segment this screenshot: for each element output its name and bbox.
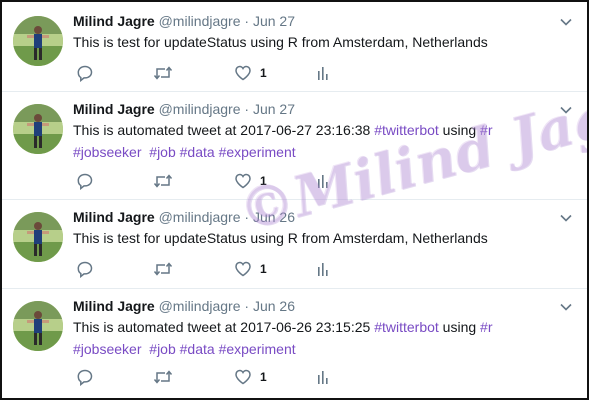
hashtag-r[interactable]: #r [480, 319, 492, 335]
author-handle[interactable]: @milindjagre [159, 13, 241, 29]
reply-button[interactable] [76, 171, 94, 191]
chevron-down-icon[interactable] [559, 103, 573, 117]
analytics-icon [316, 368, 330, 386]
hashtag-twitterbot[interactable]: #twitterbot [374, 122, 439, 138]
tweet-header: Milind Jagre @milindjagre · Jun 26 [73, 208, 295, 226]
analytics-icon [316, 172, 330, 190]
retweet-icon [153, 260, 173, 278]
heart-icon [234, 64, 252, 82]
retweet-button[interactable] [153, 171, 173, 191]
separator: · [244, 13, 250, 29]
hashtag-job[interactable]: #job [149, 144, 175, 160]
hashtag-data[interactable]: #data [180, 144, 215, 160]
author-handle[interactable]: @milindjagre [159, 209, 241, 225]
retweet-icon [153, 172, 173, 190]
author-handle[interactable]: @milindjagre [159, 298, 241, 314]
separator: · [244, 298, 250, 314]
heart-icon [234, 260, 252, 278]
author-handle[interactable]: @milindjagre [159, 101, 241, 117]
retweet-button[interactable] [153, 63, 173, 83]
heart-icon [234, 172, 252, 190]
analytics-icon [316, 260, 330, 278]
heart-icon [234, 368, 252, 386]
author-name[interactable]: Milind Jagre [73, 101, 155, 117]
reply-button[interactable] [76, 259, 94, 279]
tweet-text-using: using [438, 319, 481, 335]
retweet-icon [153, 368, 173, 386]
analytics-button[interactable] [316, 63, 330, 83]
tweet-text: This is automated tweet at 2017-06-27 23… [73, 119, 563, 163]
analytics-button[interactable] [316, 259, 330, 279]
tweet-header: Milind Jagre @milindjagre · Jun 27 [73, 100, 295, 118]
tweet-text-using: using [438, 122, 481, 138]
tweet-header: Milind Jagre @milindjagre · Jun 27 [73, 12, 295, 30]
avatar[interactable] [13, 301, 63, 351]
hashtag-experiment[interactable]: #experiment [219, 341, 296, 357]
author-name[interactable]: Milind Jagre [73, 298, 155, 314]
like-button[interactable]: 1 [234, 259, 267, 279]
tweet-text-body: This is automated tweet at 2017-06-26 23… [73, 319, 375, 335]
hashtag-data[interactable]: #data [180, 341, 215, 357]
tweet-text: This is test for updateStatus using R fr… [73, 230, 488, 246]
chevron-down-icon[interactable] [559, 211, 573, 225]
tweet-actions: 1 [73, 367, 373, 387]
tweet-date[interactable]: Jun 26 [253, 209, 295, 225]
tweet-actions: 1 [73, 63, 373, 83]
chevron-down-icon[interactable] [559, 300, 573, 314]
separator: · [244, 209, 250, 225]
retweet-button[interactable] [153, 259, 173, 279]
avatar[interactable] [13, 212, 63, 262]
hashtag-jobseeker[interactable]: #jobseeker [73, 341, 142, 357]
chevron-down-icon[interactable] [559, 15, 573, 29]
reply-icon [76, 260, 94, 278]
like-count: 1 [260, 174, 267, 188]
reply-icon [76, 64, 94, 82]
like-button[interactable]: 1 [234, 171, 267, 191]
avatar[interactable] [13, 16, 63, 66]
tweet[interactable]: Milind Jagre @milindjagre · Jun 26 This … [2, 289, 587, 396]
like-count: 1 [260, 66, 267, 80]
reply-button[interactable] [76, 63, 94, 83]
separator: · [244, 101, 250, 117]
hashtag-experiment[interactable]: #experiment [219, 144, 296, 160]
like-button[interactable]: 1 [234, 367, 267, 387]
tweet[interactable]: Milind Jagre @milindjagre · Jun 26 This … [2, 200, 587, 289]
tweet-date[interactable]: Jun 26 [253, 298, 295, 314]
like-button[interactable]: 1 [234, 63, 267, 83]
analytics-icon [316, 64, 330, 82]
hashtag-twitterbot[interactable]: #twitterbot [374, 319, 439, 335]
hashtag-r[interactable]: #r [480, 122, 492, 138]
author-name[interactable]: Milind Jagre [73, 13, 155, 29]
retweet-button[interactable] [153, 367, 173, 387]
tweet-actions: 1 [73, 259, 373, 279]
like-count: 1 [260, 370, 267, 384]
analytics-button[interactable] [316, 171, 330, 191]
reply-button[interactable] [76, 367, 94, 387]
avatar[interactable] [13, 104, 63, 154]
tweet-date[interactable]: Jun 27 [253, 101, 295, 117]
analytics-button[interactable] [316, 367, 330, 387]
tweet-text: This is automated tweet at 2017-06-26 23… [73, 316, 563, 360]
tweet-text-body: This is automated tweet at 2017-06-27 23… [73, 122, 375, 138]
author-name[interactable]: Milind Jagre [73, 209, 155, 225]
like-count: 1 [260, 262, 267, 276]
tweet-actions: 1 [73, 171, 373, 191]
timeline: Milind Jagre @milindjagre · Jun 27 This … [0, 0, 589, 400]
reply-icon [76, 368, 94, 386]
retweet-icon [153, 64, 173, 82]
hashtag-jobseeker[interactable]: #jobseeker [73, 144, 142, 160]
hashtag-job[interactable]: #job [149, 341, 175, 357]
tweet[interactable]: Milind Jagre @milindjagre · Jun 27 This … [2, 92, 587, 200]
tweet-text: This is test for updateStatus using R fr… [73, 34, 488, 50]
tweet-header: Milind Jagre @milindjagre · Jun 26 [73, 297, 295, 315]
reply-icon [76, 172, 94, 190]
tweet-date[interactable]: Jun 27 [253, 13, 295, 29]
tweet[interactable]: Milind Jagre @milindjagre · Jun 27 This … [2, 2, 587, 92]
